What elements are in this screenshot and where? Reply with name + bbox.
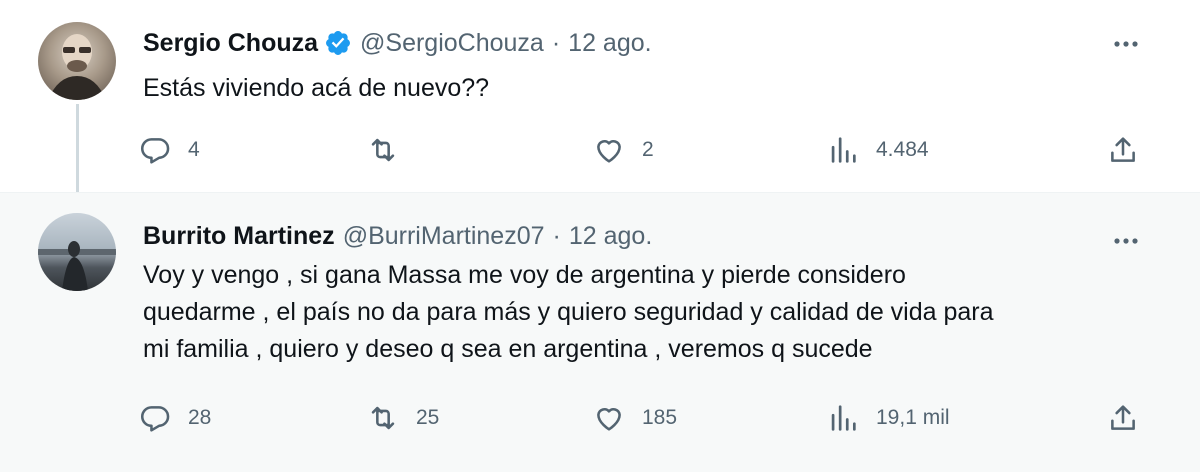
views-button[interactable]: 4.484 [826,130,929,170]
reply-button[interactable]: 28 [138,398,211,438]
tweet-header: Sergio Chouza @SergioChouza · 12 ago. [143,28,652,58]
tweet-burrito-martinez[interactable]: Burrito Martinez @BurriMartinez07 · 12 a… [0,192,1200,472]
tweet-text-line: quedarme , el país no da para más y quie… [143,298,994,326]
retweet-icon [371,138,395,162]
views-icon [831,405,856,431]
views-count: 19,1 mil [876,406,950,429]
tweet-text-line: mi familia , quiero y deseo q sea en arg… [143,335,873,363]
like-icon [597,140,621,163]
reply-button[interactable]: 4 [138,130,200,170]
tweet-date[interactable]: 12 ago. [569,221,652,251]
retweet-button[interactable] [366,130,416,170]
share-button[interactable] [1106,130,1140,170]
tweet-text: Voy y vengo , si gana Massa me voy de ar… [143,257,1143,368]
tweet-thread: Sergio Chouza @SergioChouza · 12 ago. Es… [0,0,1200,472]
verified-icon [324,29,352,57]
retweet-count: 25 [416,406,440,429]
views-count: 4.484 [876,138,929,161]
author-handle[interactable]: @BurriMartinez07 [343,221,545,251]
avatar[interactable] [38,22,116,100]
like-count: 2 [642,138,654,161]
separator: · [552,222,561,250]
retweet-button[interactable]: 25 [366,398,439,438]
reply-icon [140,406,170,432]
avatar[interactable] [38,213,116,291]
like-count: 185 [642,406,678,429]
like-icon [597,408,621,431]
reply-count: 28 [188,406,212,429]
thread-connector-line [76,104,79,196]
tweet-sergio-chouza[interactable]: Sergio Chouza @SergioChouza · 12 ago. Es… [0,0,1200,196]
views-icon [831,137,856,163]
author-handle[interactable]: @SergioChouza [360,28,544,58]
reply-icon [140,138,170,164]
retweet-icon [371,406,395,430]
share-icon [1111,137,1135,162]
author-name[interactable]: Burrito Martinez [143,221,335,251]
like-button[interactable]: 2 [592,130,654,170]
separator: · [551,29,561,57]
more-icon[interactable] [1108,223,1144,259]
tweet-date[interactable]: 12 ago. [568,28,651,58]
share-button[interactable] [1106,398,1140,438]
author-name[interactable]: Sergio Chouza [143,28,318,58]
views-button[interactable]: 19,1 mil [826,398,950,438]
tweet-text: Estás viviendo acá de nuevo?? [143,74,490,102]
reply-count: 4 [188,138,200,161]
tweet-actions: 4 2 4.484 [138,130,1148,170]
more-icon[interactable] [1108,26,1144,62]
share-icon [1111,405,1135,430]
tweet-header: Burrito Martinez @BurriMartinez07 · 12 a… [143,221,652,251]
tweet-text-line: Voy y vengo , si gana Massa me voy de ar… [143,261,906,289]
like-button[interactable]: 185 [592,398,677,438]
tweet-actions: 28 25 185 19,1 mil [138,398,1148,438]
